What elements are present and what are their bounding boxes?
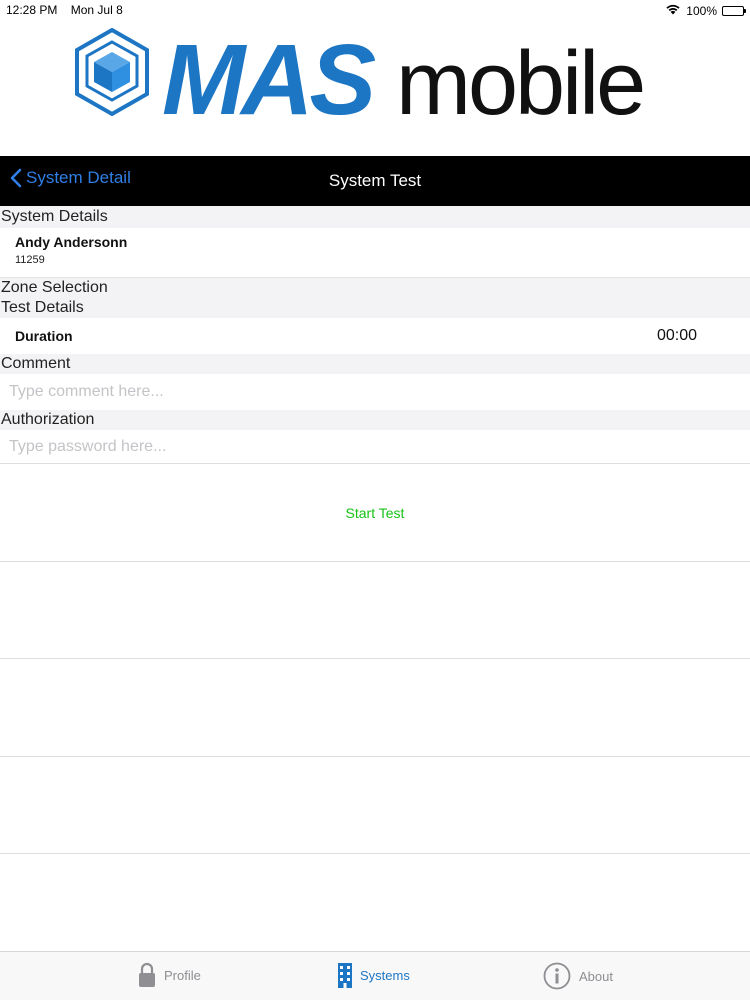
tab-profile-label: Profile	[164, 967, 201, 983]
battery-percent: 100%	[686, 3, 717, 18]
tab-systems-label: Systems	[360, 967, 410, 983]
page-title: System Test	[328, 171, 422, 190]
status-time: 12:28 PM	[6, 3, 58, 17]
tab-profile[interactable]: Profile	[138, 962, 201, 988]
logo-mobile-text: mobile	[396, 34, 646, 134]
app-logo: MAS mobile	[0, 20, 750, 156]
building-icon	[338, 963, 352, 988]
start-test-button[interactable]: Start Test	[0, 505, 750, 521]
system-row[interactable]: Andy Andersonn 11259	[0, 228, 750, 278]
cube-logo-icon	[75, 28, 149, 117]
duration-row: Duration 00:00	[0, 318, 750, 354]
divider	[0, 561, 750, 562]
system-name: Andy Andersonn	[15, 234, 128, 250]
divider	[0, 463, 750, 464]
battery-icon	[722, 5, 746, 16]
status-date: Mon Jul 8	[70, 3, 123, 17]
navigation-bar: System Detail System Test	[0, 156, 750, 206]
divider	[0, 658, 750, 659]
comment-input[interactable]	[0, 374, 750, 410]
tab-about-label: About	[579, 968, 613, 984]
divider	[0, 853, 750, 854]
wifi-icon	[665, 3, 681, 18]
password-input[interactable]	[0, 430, 750, 464]
logo-mas-text: MAS	[162, 24, 376, 136]
tab-about[interactable]: About	[543, 962, 613, 990]
section-header-zone-selection: Zone Selection	[0, 278, 750, 298]
divider	[0, 756, 750, 757]
duration-label: Duration	[15, 328, 73, 344]
section-header-comment: Comment	[0, 354, 750, 374]
tab-bar: Profile Systems About	[0, 951, 750, 1000]
lock-icon	[139, 962, 155, 987]
tab-systems[interactable]: Systems	[338, 962, 410, 988]
section-header-test-details: Test Details	[0, 298, 750, 318]
system-account-number: 11259	[15, 254, 45, 266]
section-header-system-details: System Details	[0, 206, 750, 228]
status-bar: 12:28 PM Mon Jul 8 100%	[0, 0, 750, 20]
duration-value: 00:00	[656, 327, 697, 344]
section-header-authorization: Authorization	[0, 410, 750, 430]
info-icon	[543, 962, 571, 990]
